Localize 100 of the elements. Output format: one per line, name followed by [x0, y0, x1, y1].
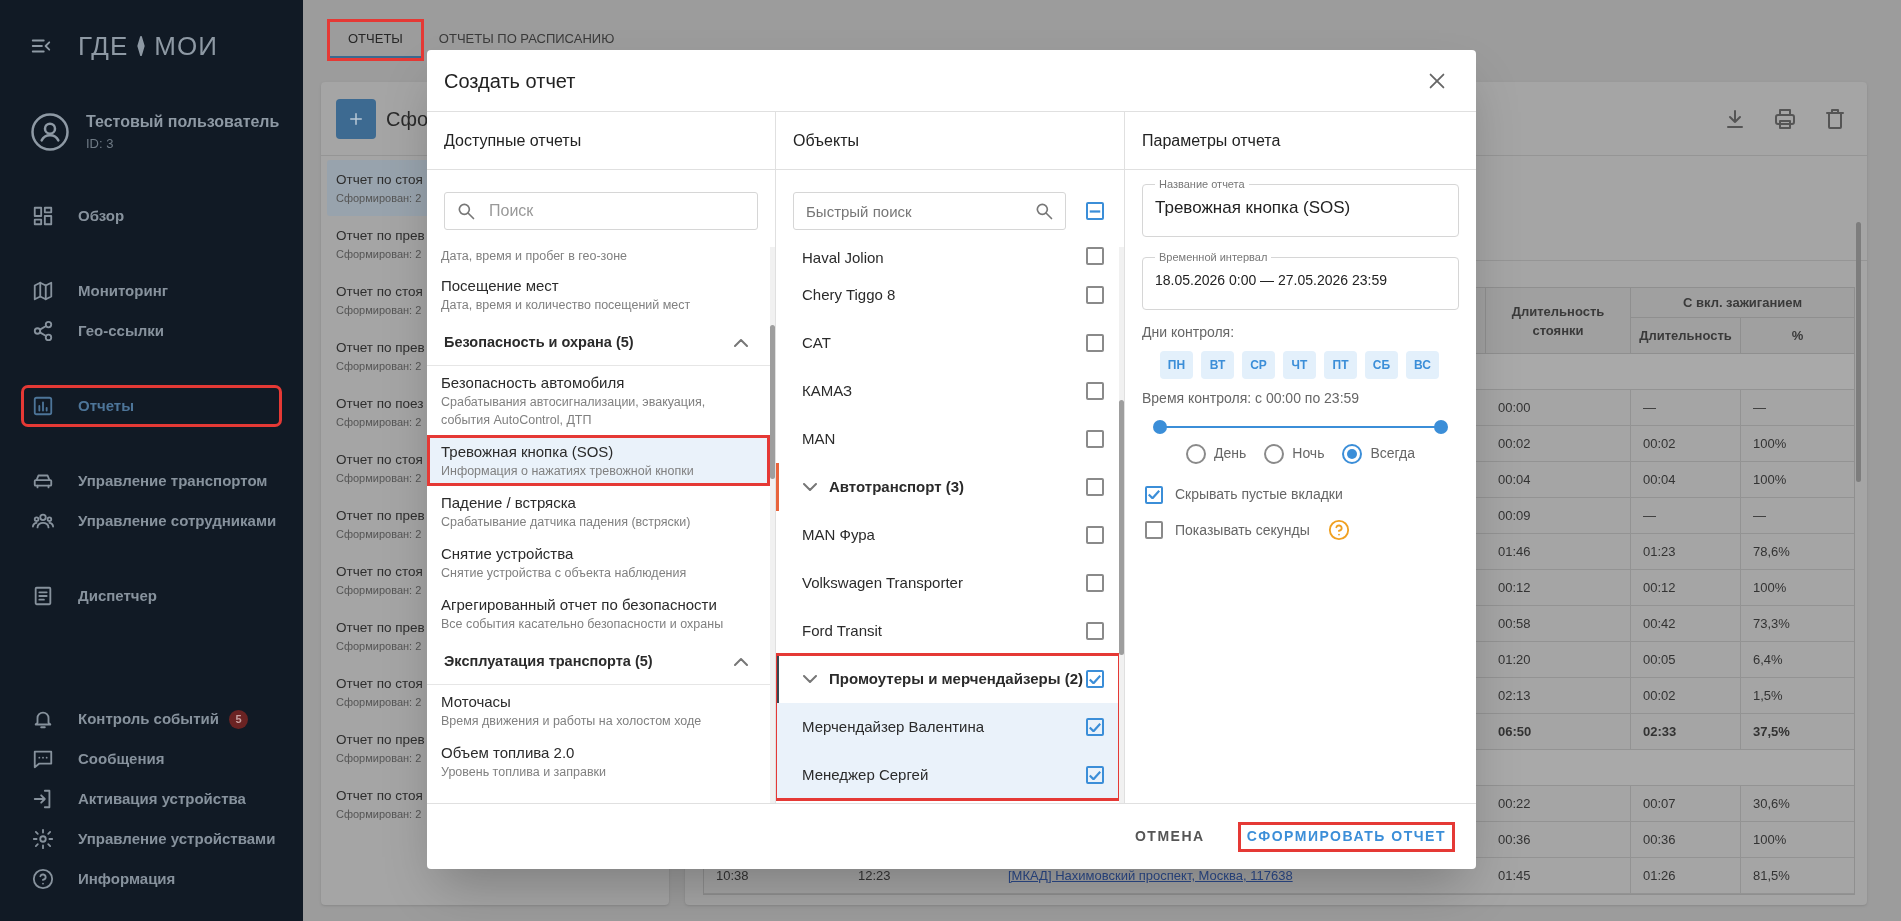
object-name: Ford Transit: [802, 620, 883, 641]
radio-button[interactable]: [1342, 443, 1363, 464]
checkbox[interactable]: [1086, 478, 1104, 496]
checkbox[interactable]: [1086, 430, 1104, 448]
user-name: Тестовый пользователь: [86, 112, 280, 133]
object-row[interactable]: КАМАЗ: [776, 367, 1119, 415]
table-cell-text: 01:26: [1643, 866, 1676, 885]
report-option[interactable]: Объем топлива 2.0 Уровень топлива и заправки: [427, 736, 770, 787]
nav-item[interactable]: Контроль событий 5: [22, 699, 281, 739]
checkbox[interactable]: [1086, 526, 1104, 544]
day-toggle[interactable]: ВТ: [1201, 351, 1234, 379]
table-cell-text: 02:13: [1498, 686, 1531, 705]
radio-button[interactable]: [1264, 443, 1285, 464]
nav-label: Информация: [78, 868, 176, 889]
report-option[interactable]: Агрегированный отчет по безопасности Все события касательно безопасности и охраны: [427, 588, 770, 639]
report-option[interactable]: Падение / встряска Срабатывание датчика падения (встряски): [427, 486, 770, 537]
object-row[interactable]: Ford Transit: [776, 607, 1119, 655]
report-option[interactable]: Посещение мест Дата, время и количество посещений мест: [427, 269, 770, 320]
nav-item[interactable]: Диспетчер: [22, 576, 281, 616]
scrollbar-thumb[interactable]: [1119, 400, 1124, 655]
table-cell-text: 00:36: [1643, 830, 1676, 849]
day-toggle[interactable]: СР: [1242, 351, 1275, 379]
day-toggle[interactable]: ПТ: [1324, 351, 1357, 379]
object-name: Haval Jolion: [802, 248, 884, 268]
address-link[interactable]: [МКАД] Нахимовский проспект, Москва, 117638: [1008, 865, 1293, 886]
object-row[interactable]: CAT: [776, 319, 1119, 367]
checkbox[interactable]: [1145, 521, 1163, 539]
help-icon[interactable]: [1327, 519, 1350, 541]
nav-item[interactable]: Активация устройства: [22, 779, 281, 819]
nav-item[interactable]: Гео-ссылки: [22, 311, 281, 351]
object-row[interactable]: Haval Jolion: [776, 247, 1119, 271]
table-cell-text: 00:58: [1498, 614, 1531, 633]
search-field[interactable]: Быстрый поиск: [793, 192, 1066, 230]
plus-icon[interactable]: [336, 98, 376, 139]
checkbox-label: Скрывать пустые вкладки: [1175, 485, 1343, 504]
radio-label: День: [1213, 444, 1247, 463]
object-row[interactable]: Менеджер Сергей: [776, 751, 1119, 799]
nav-item[interactable]: Мониторинг: [22, 271, 281, 311]
object-row[interactable]: MAN: [776, 415, 1119, 463]
object-row[interactable]: Chery Tiggo 8: [776, 271, 1119, 319]
range-slider[interactable]: [1153, 420, 1448, 434]
checkbox[interactable]: [1086, 574, 1104, 592]
checkbox[interactable]: [1086, 202, 1104, 220]
table-cell-text: 100%: [1753, 830, 1787, 849]
share-icon: [32, 320, 54, 342]
checkbox[interactable]: [1086, 382, 1104, 400]
table-cell-text: 100%: [1753, 470, 1787, 489]
day-toggle[interactable]: ПН: [1160, 351, 1193, 379]
report-name: Агрегированный отчет по безопасности: [441, 595, 717, 615]
slider-thumb[interactable]: [1153, 420, 1167, 434]
object-name: Мерчендайзер Валентина: [802, 716, 985, 737]
object-row[interactable]: Volkswagen Transporter: [776, 559, 1119, 607]
table-cell-text: 12:23: [858, 866, 891, 885]
day-toggle[interactable]: ВС: [1406, 351, 1439, 379]
report-description: Снятие устройства с объекта наблюдения: [441, 565, 687, 582]
scrollbar-thumb[interactable]: [770, 325, 775, 479]
field-input[interactable]: 18.05.2026 0:00 — 27.05.2026 23:59: [1155, 265, 1446, 291]
slider-thumb[interactable]: [1434, 420, 1448, 434]
report-option[interactable]: Моточасы Время движения и работы на холостом ходе: [427, 685, 770, 736]
checkbox[interactable]: [1086, 334, 1104, 352]
trash-icon[interactable]: [1823, 106, 1847, 131]
scrollbar-thumb[interactable]: [1856, 222, 1861, 482]
nav-item[interactable]: Управление сотрудниками: [22, 501, 281, 541]
submit-button[interactable]: СФОРМИРОВАТЬ ОТЧЕТ: [1240, 824, 1452, 849]
cancel-button[interactable]: ОТМЕНА: [1128, 824, 1211, 849]
report-option[interactable]: Дата, время и пробег в гео-зоне: [427, 247, 770, 269]
search-field[interactable]: Поиск: [444, 192, 758, 230]
tab[interactable]: ОТЧЕТЫ ПО РАСПИСАНИЮ: [420, 22, 633, 58]
column-header: Длительность: [1631, 318, 1741, 353]
field-input[interactable]: Тревожная кнопка (SOS): [1155, 192, 1446, 220]
nav-item[interactable]: Управление устройствами: [22, 819, 281, 859]
report-option[interactable]: Безопасность автомобиля Срабатывания автосигнализации, эвакуация, события AutoControl, ДТП: [427, 366, 770, 435]
report-name: Снятие устройства: [441, 544, 574, 564]
print-icon[interactable]: [1773, 106, 1797, 131]
nav-item[interactable]: Информация: [22, 859, 281, 899]
nav-item[interactable]: Отчеты: [22, 386, 281, 426]
checkbox[interactable]: [1086, 766, 1104, 784]
checkbox[interactable]: [1086, 622, 1104, 640]
tab[interactable]: ОТЧЕТЫ: [330, 22, 421, 58]
checkbox[interactable]: [1086, 670, 1104, 688]
day-toggle[interactable]: ЧТ: [1283, 351, 1316, 379]
radio-button[interactable]: [1185, 443, 1206, 464]
checkbox[interactable]: [1086, 718, 1104, 736]
checkbox[interactable]: [1145, 485, 1163, 504]
report-description: Уровень топлива и заправки: [441, 764, 607, 781]
table-cell-text: 10:38: [716, 866, 749, 885]
nav-item[interactable]: Сообщения: [22, 739, 281, 779]
day-toggle[interactable]: СБ: [1365, 351, 1398, 379]
checkbox[interactable]: [1086, 247, 1104, 265]
nav-item[interactable]: Управление транспортом: [22, 461, 281, 501]
object-row[interactable]: Мерчендайзер Валентина: [776, 703, 1119, 751]
report-option[interactable]: Снятие устройства Снятие устройства с объекта наблюдения: [427, 537, 770, 588]
report-option[interactable]: Тревожная кнопка (SOS) Информация о нажатиях тревожной кнопки: [427, 435, 770, 486]
checkbox[interactable]: [1086, 286, 1104, 304]
search-icon: [456, 201, 476, 221]
group-label: Автотранспорт (3): [829, 476, 965, 497]
nav-item[interactable]: Обзор: [22, 196, 281, 236]
chevron-up-icon: [734, 338, 748, 347]
object-row[interactable]: MAN Фура: [776, 511, 1119, 559]
report-date: Сформирован: 2: [336, 582, 422, 598]
